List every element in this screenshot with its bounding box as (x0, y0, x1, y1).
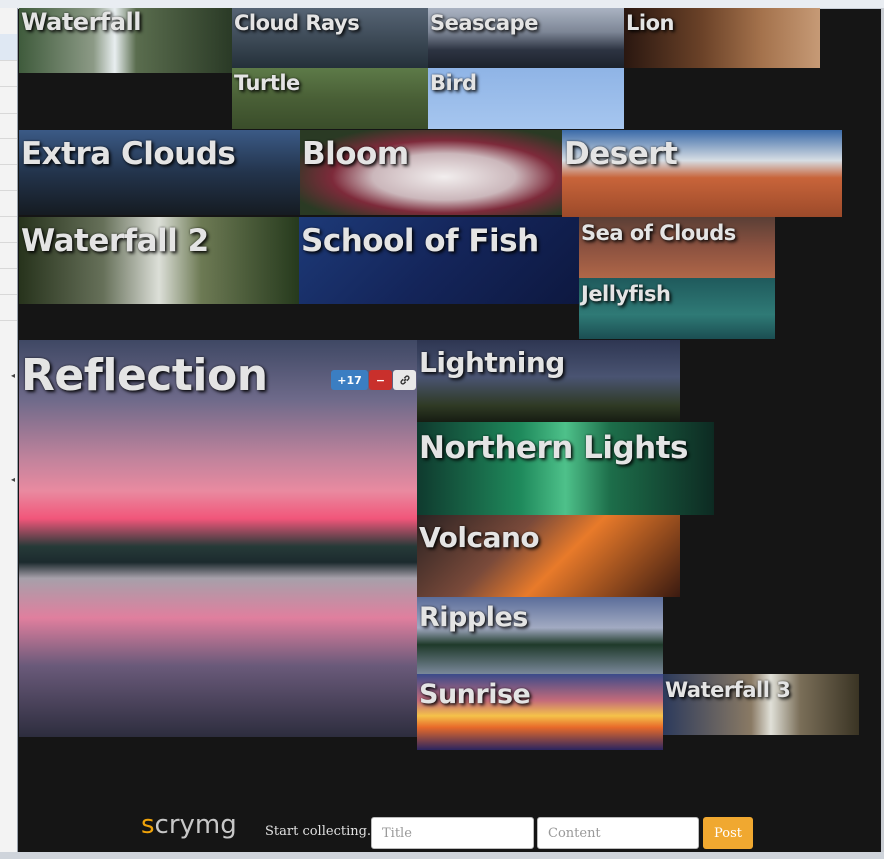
tile-cloud-rays[interactable]: Cloud Rays (232, 8, 428, 68)
tile-school-of-fish[interactable]: School of Fish (299, 217, 579, 304)
tile-sea-of-clouds[interactable]: Sea of Clouds (579, 217, 775, 278)
title-input[interactable] (371, 817, 534, 849)
splitter-handle-icon[interactable]: ◂ (11, 372, 16, 380)
tile-title: School of Fish (301, 223, 539, 259)
tile-lion[interactable]: Lion (624, 8, 820, 68)
tile-waterfall[interactable]: Waterfall (19, 8, 232, 73)
left-panel-divider (0, 60, 17, 61)
tile-title: Sunrise (419, 679, 531, 710)
left-panel-divider (0, 242, 17, 243)
reflection-controls: +17 − (331, 370, 417, 390)
left-panel-divider (0, 294, 17, 295)
tile-reflection[interactable]: Reflection (19, 340, 417, 737)
tile-title: Sea of Clouds (581, 221, 736, 245)
tile-bloom[interactable]: Bloom (300, 130, 562, 215)
tile-title: Jellyfish (581, 282, 671, 306)
tile-desert[interactable]: Desert (562, 130, 842, 217)
downvote-button[interactable]: − (369, 370, 392, 390)
scrymg-logo[interactable]: scrymg (141, 810, 237, 840)
tile-title: Ripples (419, 602, 528, 633)
splitter-handle-icon[interactable]: ◂ (11, 476, 16, 484)
left-panel-divider (0, 268, 17, 269)
tile-title: Bloom (302, 136, 409, 172)
tile-title: Lightning (419, 346, 565, 379)
tile-seascape[interactable]: Seascape (428, 8, 624, 68)
tile-turtle[interactable]: Turtle (232, 68, 428, 129)
left-panel-divider (0, 190, 17, 191)
tile-ripples[interactable]: Ripples (417, 597, 663, 674)
tile-title: Waterfall (21, 8, 142, 36)
tile-title: Lion (626, 11, 674, 35)
tile-jellyfish[interactable]: Jellyfish (579, 278, 775, 339)
left-panel-divider (0, 138, 17, 139)
content-input[interactable] (537, 817, 699, 849)
left-panel-divider (0, 86, 17, 87)
browser-bottom-strip (0, 852, 884, 859)
tile-title: Bird (430, 71, 477, 95)
tile-lightning[interactable]: Lightning (417, 340, 680, 422)
left-panel-divider (0, 164, 17, 165)
tile-title: Extra Clouds (21, 136, 236, 172)
left-panel-selection (0, 34, 17, 61)
link-button[interactable] (393, 370, 416, 390)
tile-waterfall-2[interactable]: Waterfall 2 (19, 217, 299, 304)
tile-waterfall-3[interactable]: Waterfall 3 (663, 674, 859, 735)
tile-title: Waterfall 3 (665, 678, 791, 702)
tile-title: Volcano (419, 521, 540, 554)
tile-sunrise[interactable]: Sunrise (417, 674, 663, 750)
tile-title: Cloud Rays (234, 11, 360, 35)
tile-title: Reflection (21, 350, 268, 401)
logo-text: crymg (154, 810, 237, 840)
tile-northern-lights[interactable]: Northern Lights (417, 422, 714, 515)
link-icon (399, 375, 410, 385)
post-button[interactable]: Post (703, 817, 753, 849)
tile-title: Desert (564, 136, 678, 172)
left-panel-divider (0, 113, 17, 114)
tile-title: Seascape (430, 11, 538, 35)
logo-accent-letter: s (141, 810, 155, 840)
tile-volcano[interactable]: Volcano (417, 515, 680, 597)
tile-title: Northern Lights (419, 430, 689, 466)
left-panel-divider (0, 320, 17, 321)
tagline: Start collecting. (265, 824, 372, 839)
tile-extra-clouds[interactable]: Extra Clouds (19, 130, 300, 215)
tile-title: Waterfall 2 (21, 223, 209, 259)
tile-title: Turtle (234, 71, 300, 95)
tile-bird[interactable]: Bird (428, 68, 624, 129)
left-side-panel (0, 8, 18, 859)
left-panel-divider (0, 216, 17, 217)
upvote-button[interactable]: +17 (331, 370, 368, 390)
